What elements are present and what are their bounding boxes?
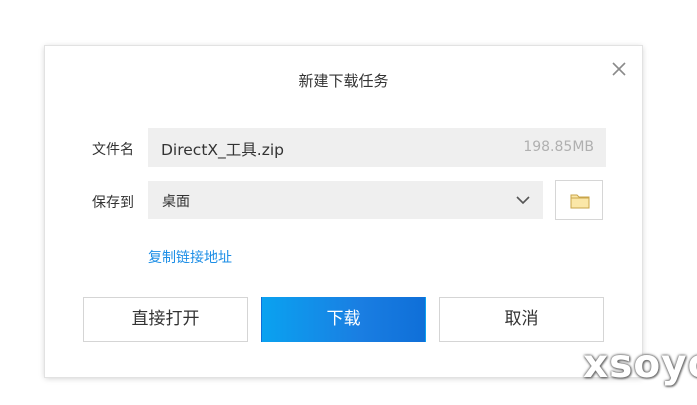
watermark: xsoyo xyxy=(583,342,697,387)
new-download-dialog: 新建下载任务 文件名 DirectX_工具.zip 198.85MB 保存到 桌… xyxy=(45,46,642,377)
chevron-down-icon xyxy=(516,196,530,205)
page: 新建下载任务 文件名 DirectX_工具.zip 198.85MB 保存到 桌… xyxy=(0,0,697,405)
file-name-value: DirectX_工具.zip xyxy=(161,141,284,159)
browse-folder-button[interactable] xyxy=(555,180,603,220)
close-icon xyxy=(612,62,626,76)
file-size: 198.85MB xyxy=(523,139,594,155)
open-directly-button[interactable]: 直接打开 xyxy=(83,297,248,342)
folder-icon xyxy=(570,194,590,209)
copy-link-button[interactable]: 复制链接地址 xyxy=(148,247,232,267)
download-button[interactable]: 下载 xyxy=(261,297,426,342)
file-name-field[interactable]: DirectX_工具.zip 198.85MB xyxy=(148,128,606,167)
close-button[interactable] xyxy=(609,59,629,79)
save-to-label: 保存到 xyxy=(92,195,134,211)
save-location-select[interactable]: 桌面 xyxy=(148,181,543,219)
cancel-button[interactable]: 取消 xyxy=(439,297,604,342)
save-location-value: 桌面 xyxy=(162,194,190,210)
dialog-title: 新建下载任务 xyxy=(298,72,389,90)
file-name-label: 文件名 xyxy=(92,142,134,158)
